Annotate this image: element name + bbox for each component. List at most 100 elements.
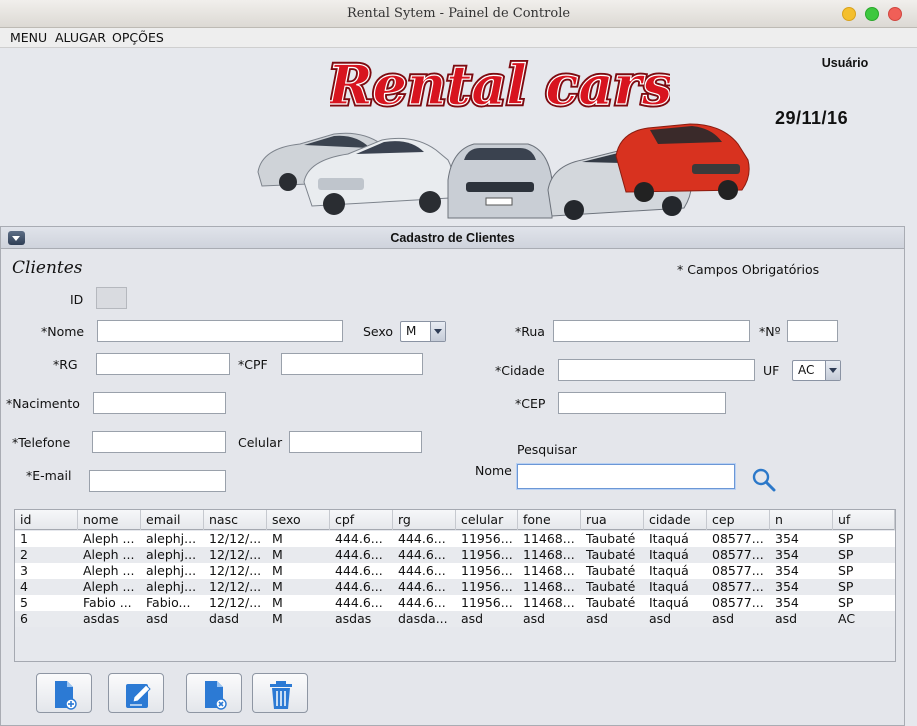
new-client-icon [55,681,77,710]
uf-selected-value: AC [798,363,815,377]
email-field[interactable] [89,470,226,492]
table-cell: 11468... [523,531,575,546]
table-cell: SP [838,531,854,546]
uf-select[interactable]: AC [792,360,841,381]
table-row[interactable]: 3 Aleph ... alephj... 12/12/... M 444.6... 444… [15,563,895,579]
svg-text:Rental cars: Rental cars [330,53,670,117]
rua-label: *Rua [515,324,545,339]
column-header[interactable]: celular [456,510,518,530]
cpf-label: *CPF [238,357,268,372]
column-header[interactable]: email [141,510,204,530]
table-cell: M [272,595,283,610]
nome-field[interactable] [97,320,343,342]
table-cell: 354 [775,547,799,562]
search-icon[interactable] [751,467,777,493]
section-title: Clientes [12,258,83,278]
table-cell: 12/12/... [209,579,262,594]
column-header[interactable]: n [770,510,833,530]
table-header: id nome email nasc sexo cpf rg celular fone rua ci… [15,510,895,530]
column-header[interactable]: cidade [644,510,707,530]
edit-client-icon [126,684,151,708]
telefone-field[interactable] [92,431,226,453]
table-cell: 11468... [523,547,575,562]
column-header[interactable]: uf [833,510,895,530]
delete-client-button[interactable] [252,673,308,713]
trash-icon [270,681,292,709]
table-cell: 444.6... [398,595,446,610]
column-header[interactable]: nome [78,510,141,530]
cep-label: *CEP [515,396,546,411]
user-label: Usuário [821,56,869,70]
column-header[interactable]: rg [393,510,456,530]
table-cell: 11468... [523,595,575,610]
column-header[interactable]: fone [518,510,581,530]
celular-label: Celular [238,435,283,450]
cep-field[interactable] [558,392,726,414]
table-cell: 3 [20,563,28,578]
table-cell: 444.6... [335,531,383,546]
table-cell: 4 [20,579,28,594]
table-cell: 444.6... [335,579,383,594]
nascimento-field[interactable] [93,392,226,414]
table-cell: 354 [775,531,799,546]
close-button[interactable] [888,7,902,21]
maximize-button[interactable] [865,7,879,21]
column-header[interactable]: nasc [204,510,267,530]
table-cell: 11956... [461,595,513,610]
table-cell: Itaquá [649,579,689,594]
menu-item-alugar[interactable]: ALUGAR [55,30,106,45]
car-red-suv [615,123,750,202]
table-row[interactable]: 4 Aleph ... alephj... 12/12/... M 444.6... 444… [15,579,895,595]
table-cell: Fabio... [146,595,191,610]
rua-field[interactable] [553,320,750,342]
table-cell: 444.6... [398,563,446,578]
celular-field[interactable] [289,431,422,453]
sexo-select[interactable]: M [400,321,446,342]
sexo-selected-value: M [406,324,417,338]
table-cell: SP [838,563,854,578]
table-cell: asd [649,611,672,626]
table-cell: dasd [209,611,240,626]
search-input[interactable] [517,464,735,489]
column-header[interactable]: rua [581,510,644,530]
column-header[interactable]: cpf [330,510,393,530]
table-cell: 354 [775,579,799,594]
table-cell: alephj... [146,563,197,578]
panel-header: Cadastro de Clientes [1,227,904,249]
table-row[interactable]: 6 asdas asd dasd Masdas dasda... asd asd asd asd a… [15,611,895,627]
table-cell: 12/12/... [209,595,262,610]
table-cell: 444.6... [335,563,383,578]
table-cell: 08577... [712,563,764,578]
new-client-button[interactable] [36,673,92,713]
menu-item-opcoes[interactable]: OPÇÕES [112,30,164,45]
remove-client-button[interactable] [186,673,242,713]
table-cell: 5 [20,595,28,610]
table-row[interactable]: 2 Aleph ... alephj... 12/12/... M 444.6... 444… [15,547,895,563]
rg-field[interactable] [96,353,230,375]
table-cell: asd [461,611,484,626]
search-nome-label: Nome [475,463,512,478]
current-date: 29/11/16 [775,108,849,128]
cidade-field[interactable] [558,359,755,381]
menu-item-menu[interactable]: MENU [10,30,47,45]
table-row[interactable]: 1 Aleph ... alephj... 12/12/... M 444.6... 444… [15,531,895,547]
edit-client-button[interactable] [108,673,164,713]
table-cell: 11468... [523,579,575,594]
numero-field[interactable] [787,320,838,342]
column-header[interactable]: sexo [267,510,330,530]
table-cell: SP [838,595,854,610]
rental-cars-logo: Rental cars Rental cars [330,52,670,120]
cpf-field[interactable] [281,353,423,375]
table-cell: M [272,547,283,562]
table-row[interactable]: 5 Fabio ... Fabio... 12/12/... M 444.6... 444.… [15,595,895,611]
table-cell: 08577... [712,531,764,546]
table-cell: Aleph ... [83,579,135,594]
table-cell: 6 [20,611,28,626]
minimize-button[interactable] [842,7,856,21]
id-label: ID [70,292,84,307]
column-header[interactable]: cep [707,510,770,530]
table-cell: M [272,611,283,626]
table-cell: alephj... [146,531,197,546]
pesquisar-label: Pesquisar [517,442,577,457]
column-header[interactable]: id [15,510,78,530]
